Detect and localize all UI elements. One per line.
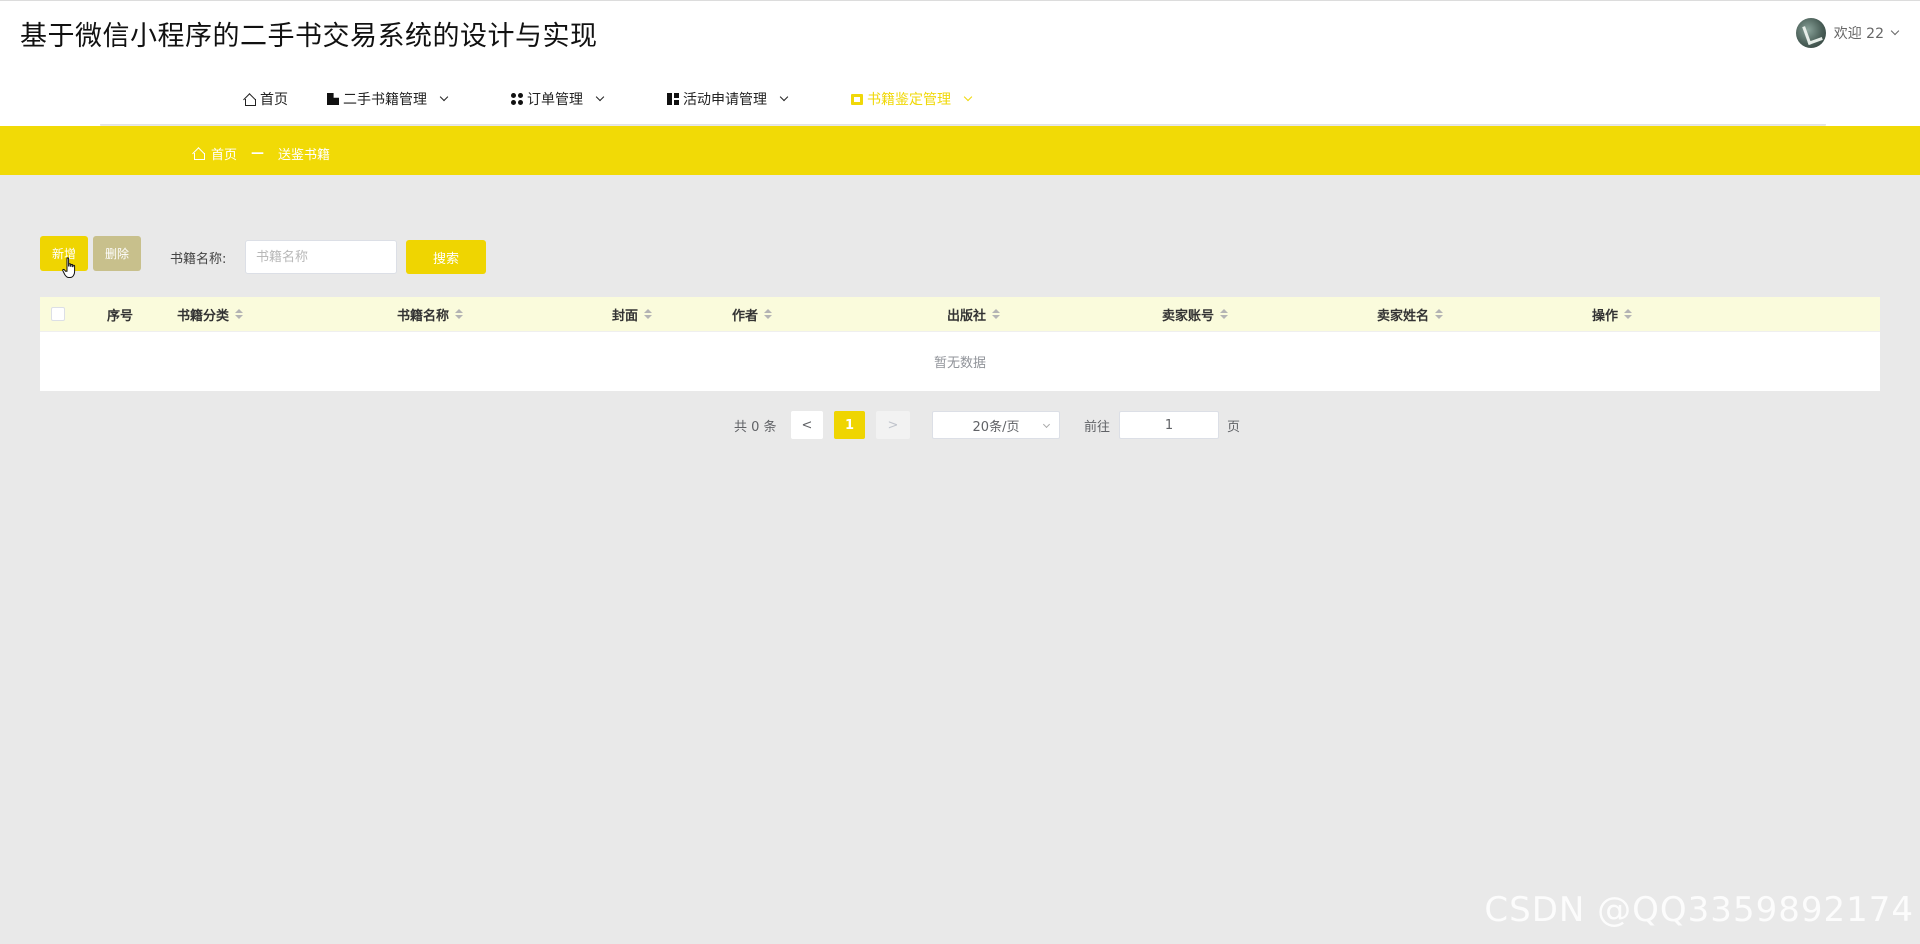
column-header-category[interactable]: 书籍分类: [177, 297, 244, 331]
book-name-search-input[interactable]: [245, 240, 397, 274]
column-header-cover[interactable]: 封面: [612, 297, 653, 331]
delete-button[interactable]: 删除: [93, 236, 141, 271]
column-label: 书籍名称: [397, 308, 450, 324]
nav-item-label: 二手书籍管理: [343, 92, 427, 108]
nav-item-label: 首页: [260, 92, 288, 108]
page-size-select[interactable]: 20条/页: [932, 411, 1060, 439]
column-label: 序号: [107, 308, 134, 324]
badge-icon: [851, 93, 863, 105]
select-all-checkbox[interactable]: [51, 307, 65, 321]
nav-item-book-appraisal[interactable]: 书籍鉴定管理: [851, 88, 973, 110]
column-label: 封面: [612, 308, 639, 324]
column-header-seller-account[interactable]: 卖家账号: [1162, 297, 1229, 331]
sort-icon[interactable]: [1435, 309, 1444, 319]
nav-item-label: 订单管理: [527, 92, 583, 108]
welcome-text: 欢迎 22: [1833, 26, 1884, 42]
sort-icon[interactable]: [455, 309, 464, 319]
home-icon: [243, 93, 256, 106]
layout-icon: [667, 93, 679, 105]
site-title: 基于微信小程序的二手书交易系统的设计与实现: [20, 21, 598, 52]
column-header-author[interactable]: 作者: [732, 297, 773, 331]
search-button[interactable]: 搜索: [406, 240, 486, 274]
goto-label: 前往: [1084, 420, 1111, 435]
table-header: 序号 书籍分类 书籍名称 封面 作者 出版社 卖家账号 卖家姓名 操作: [40, 297, 1880, 331]
book-name-label: 书籍名称:: [170, 252, 227, 267]
book-icon: [327, 93, 339, 105]
hand-cursor-icon: [62, 257, 76, 278]
books-table: 序号 书籍分类 书籍名称 封面 作者 出版社 卖家账号 卖家姓名 操作 暂无数据: [40, 297, 1880, 391]
next-page-button[interactable]: >: [876, 411, 910, 439]
column-label: 书籍分类: [177, 308, 230, 324]
breadcrumb: 首页 — 送鉴书籍: [192, 144, 331, 163]
chevron-down-icon: [439, 92, 449, 102]
column-header-index: 序号: [107, 297, 133, 331]
nav-item-home[interactable]: 首页: [243, 88, 288, 110]
chevron-down-icon: [1042, 420, 1051, 429]
nav-item-label: 活动申请管理: [683, 92, 767, 108]
user-avatar[interactable]: [1795, 18, 1826, 48]
column-label: 出版社: [947, 308, 987, 324]
chevron-down-icon: [1890, 26, 1900, 36]
grid-icon: [511, 93, 523, 105]
column-header-seller-name[interactable]: 卖家姓名: [1377, 297, 1444, 331]
breadcrumb-separator: —: [251, 145, 265, 161]
column-label: 作者: [732, 308, 759, 324]
chevron-down-icon: [963, 92, 973, 102]
page-suffix-label: 页: [1227, 420, 1241, 435]
breadcrumb-current: 送鉴书籍: [278, 147, 331, 163]
empty-state-text: 暂无数据: [40, 331, 1880, 391]
nav-item-activity-applications[interactable]: 活动申请管理: [667, 88, 789, 110]
watermark-text: CSDN @QQ3359892174: [1484, 890, 1914, 930]
sort-icon[interactable]: [1220, 309, 1229, 319]
home-icon: [192, 147, 205, 160]
sort-icon[interactable]: [764, 309, 773, 319]
page-number-current[interactable]: 1: [834, 411, 865, 439]
nav-item-secondhand-books[interactable]: 二手书籍管理: [327, 88, 449, 110]
sort-icon[interactable]: [992, 309, 1001, 319]
prev-page-button[interactable]: <: [791, 411, 823, 439]
column-header-actions[interactable]: 操作: [1592, 297, 1633, 331]
chevron-down-icon: [779, 92, 789, 102]
sort-icon[interactable]: [644, 309, 653, 319]
column-header-book-name[interactable]: 书籍名称: [397, 297, 464, 331]
nav-item-label: 书籍鉴定管理: [867, 92, 951, 108]
column-label: 卖家账号: [1162, 308, 1215, 324]
user-menu[interactable]: 欢迎 22: [1795, 17, 1900, 49]
column-header-publisher[interactable]: 出版社: [947, 297, 1001, 331]
goto-page-input[interactable]: [1119, 411, 1219, 439]
nav-item-orders[interactable]: 订单管理: [511, 88, 605, 110]
page-size-value: 20条/页: [972, 419, 1020, 435]
column-label: 操作: [1592, 308, 1619, 324]
pagination-total: 共 0 条: [734, 420, 777, 435]
column-label: 卖家姓名: [1377, 308, 1430, 324]
sort-icon[interactable]: [235, 309, 244, 319]
chevron-down-icon: [595, 92, 605, 102]
breadcrumb-home[interactable]: 首页: [211, 144, 237, 163]
sort-icon[interactable]: [1624, 309, 1633, 319]
